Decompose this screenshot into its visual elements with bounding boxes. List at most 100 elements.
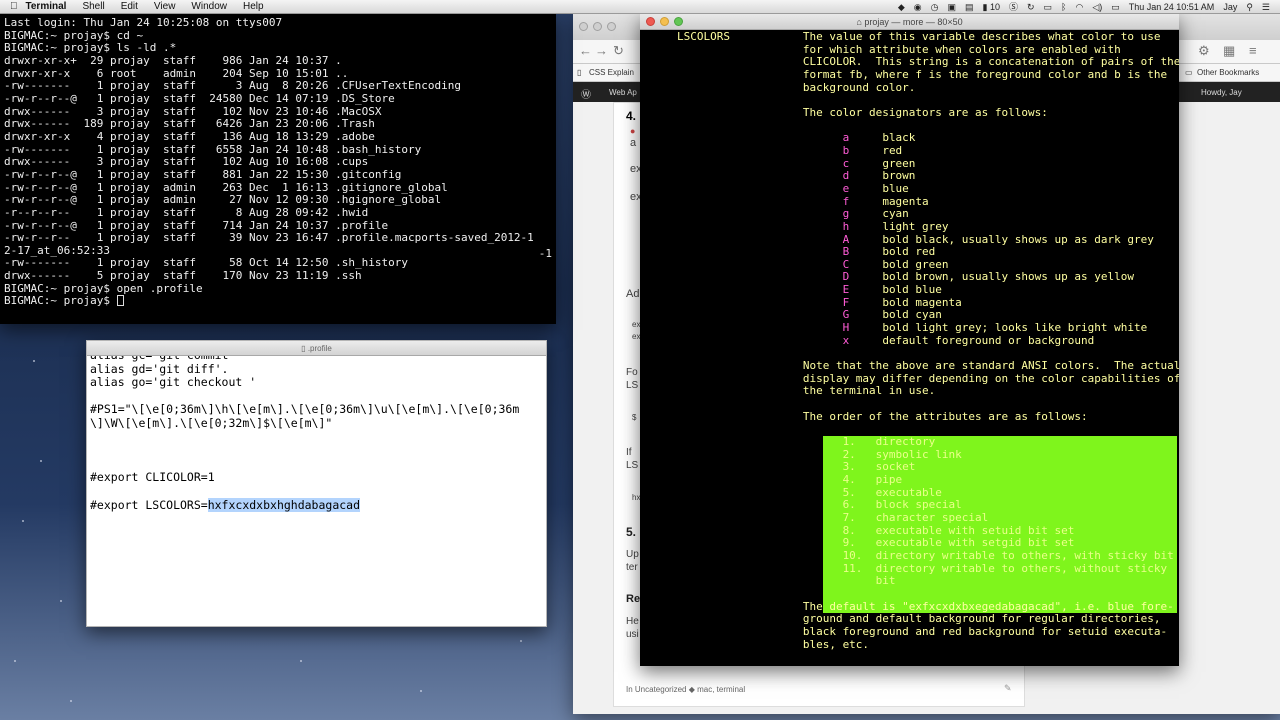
footer-prefix: In [626,685,633,694]
volume-icon[interactable]: ◁) [1092,0,1102,14]
notification-center-icon[interactable]: ☰ [1262,0,1270,14]
post-fragment: Fo [626,367,638,378]
other-bookmarks[interactable]: Other Bookmarks [1197,68,1259,77]
man-line: bles, etc. [677,637,870,651]
time-machine-icon[interactable]: ◷ [931,0,939,14]
forward-icon[interactable]: → [595,43,608,58]
output-line: -rw-r--r--@ 1 projay staff 881 Jan 22 15… [4,167,402,181]
editor-text-area[interactable]: alias gc='git commit'alias gd='git diff'… [87,356,546,626]
tags-link[interactable]: mac, terminal [697,685,745,694]
zoom-button[interactable] [674,17,683,26]
terminal-output[interactable]: Last login: Thu Jan 24 10:25:08 on ttys0… [0,14,556,324]
output-line: -rw-r--r--@ 1 projay staff 24580 Dec 14 … [4,91,395,105]
browser-close-button[interactable] [579,22,588,31]
selected-lscolors-value[interactable]: hxfxcxdxbxhghdabagacad [207,497,361,512]
battery-level[interactable]: ▮ 10 [982,0,999,14]
terminal-more-title: projay — more — 80×50 [864,17,963,27]
menu-window[interactable]: Window [191,0,227,14]
menu-view[interactable]: View [154,0,176,14]
dropbox-icon[interactable]: ◆ [898,0,905,14]
app-tray-icon[interactable]: ▣ [947,0,956,14]
battery-status-icon[interactable]: ▭ [1111,0,1120,14]
tag-icon: ◆ [688,685,695,694]
post-fragment: Ad [626,288,640,300]
battery-icon: ▮ [982,1,988,12]
color-designator: x default foreground or background [677,333,1179,348]
battery-value: 10 [989,1,1000,12]
man-line: format fb, where f is the foreground col… [677,67,1168,81]
man-line: the terminal in use. [677,384,936,398]
editor-titlebar: ▯ .profile [87,341,546,356]
clock[interactable]: Thu Jan 24 10:51 AM [1129,0,1215,14]
man-line: background color. [677,80,916,94]
extension-icon[interactable]: ▦ [1223,43,1235,59]
attribute-item: 7. character special [677,510,989,524]
terminal-window-bash[interactable]: Last login: Thu Jan 24 10:25:08 on ttys0… [0,14,556,324]
menu-help[interactable]: Help [243,0,264,14]
designator-description: blue [849,181,909,195]
man-line: LSCOLORS The value of this variable desc… [677,31,1161,43]
menu-shell[interactable]: Shell [82,0,104,14]
designator-description: green [849,156,916,170]
wp-site-link[interactable]: Web Ap [609,88,637,97]
editor-line: \]\W\[\e[m\].\[\e[0;32m\]$\[\e[m\]" [90,415,333,430]
designator-description: default foreground or background [849,333,1095,347]
attribute-item: 4. pipe [677,472,903,486]
close-button[interactable] [646,17,655,26]
textedit-window[interactable]: ▯ .profile alias gc='git commit'alias gd… [86,340,547,627]
man-heading: LSCOLORS [677,31,730,43]
edit-icon[interactable]: ✎ [1004,683,1012,694]
minimize-button[interactable] [660,17,669,26]
attribute-item: 1. directory [677,435,936,448]
terminal-window-more[interactable]: ⌂ projay — more — 80×50 LSCOLORS The val… [640,14,1179,666]
man-line: The order of the attributes are as follo… [677,409,1088,423]
wordpress-icon[interactable]: Ⓦ [581,86,591,101]
attribute-item: 10. directory writable to others, with s… [677,548,1174,562]
sync-icon[interactable]: ↻ [1027,0,1035,14]
output-line: drwxr-xr-x+ 29 projay staff 986 Jan 24 1… [4,53,342,67]
designator-description: black [849,131,916,145]
reload-icon[interactable]: ↻ [613,43,624,59]
man-line: The color designators are as follows: [677,105,1048,119]
color-designator: a black [677,131,1179,145]
designator-description: bold black, usually shows up as dark gre… [849,232,1154,246]
menu-icon[interactable]: ≡ [1249,43,1257,58]
man-blank [677,588,1179,601]
wifi-icon[interactable]: ◠ [1075,0,1083,14]
output-line: Last login: Thu Jan 24 10:25:08 on ttys0… [4,16,283,29]
post-fragment: $ [632,413,637,422]
post-fragment: 5. [626,525,637,539]
output-line: drwx------ 3 projay staff 102 Aug 10 16:… [4,155,369,169]
output-line: drwx------ 5 projay staff 170 Nov 23 11:… [4,269,362,283]
display-icon[interactable]: ▭ [1044,0,1053,14]
post-fragment: ter [626,562,638,573]
man-line: black foreground and red background for … [677,624,1168,638]
editor-line: alias gd='git diff'. [90,361,229,376]
skype-icon[interactable]: Ⓢ [1009,0,1018,14]
settings-icon[interactable]: ⚙ [1198,43,1210,59]
browser-zoom-button[interactable] [607,22,616,31]
post-fragment: He [626,616,639,627]
designator-description: bold green [849,257,949,271]
evernote-icon[interactable]: ◉ [914,0,922,14]
menu-edit[interactable]: Edit [121,0,138,14]
bluetooth-icon[interactable]: ᛒ [1061,0,1066,14]
app-tray-icon-2[interactable]: ▤ [965,0,974,14]
man-page-text[interactable]: LSCOLORS The value of this variable desc… [640,31,1179,666]
apple-menu-icon[interactable]:  [10,0,18,14]
howdy-user[interactable]: Howdy, Jay [1201,88,1242,97]
man-line: Note that the above are standard ANSI co… [677,359,1179,373]
category-link[interactable]: Uncategorized [635,685,687,694]
menu-app-terminal[interactable]: Terminal [26,0,67,14]
back-icon[interactable]: ← [579,43,592,58]
user-name[interactable]: Jay [1223,0,1237,14]
post-fragment: 4. [626,109,637,123]
browser-minimize-button[interactable] [593,22,602,31]
spotlight-icon[interactable]: ⚲ [1246,0,1253,14]
folder-icon: ▭ [1185,68,1193,77]
bookmark-css-explain[interactable]: CSS Explain [589,68,634,77]
